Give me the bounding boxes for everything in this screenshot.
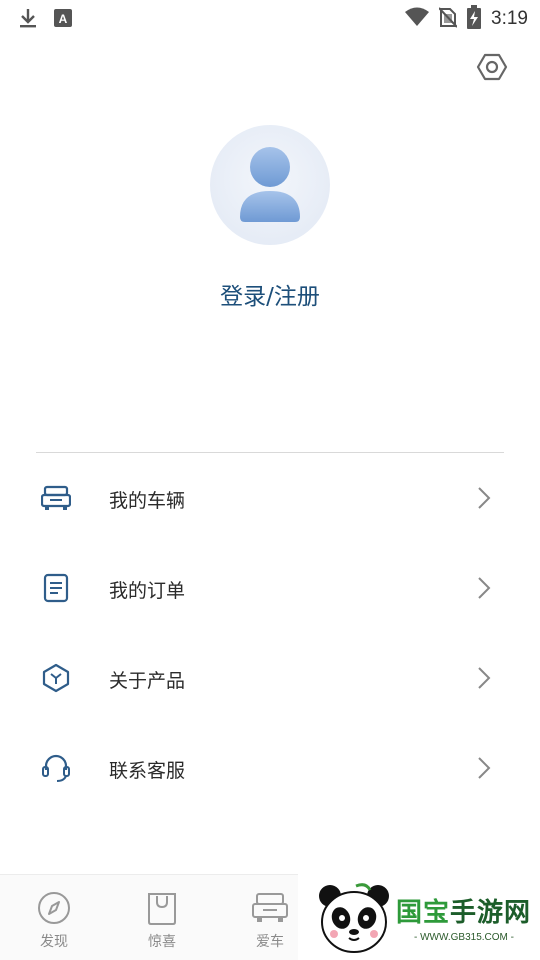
download-icon (18, 7, 38, 33)
gear-icon (476, 51, 508, 87)
watermark-brand: 国宝手游网 (396, 892, 531, 929)
chevron-right-icon (474, 754, 494, 782)
nav-label: 发现 (40, 934, 68, 950)
compass-icon (35, 889, 73, 927)
user-avatar-icon (210, 147, 330, 245)
menu-item-my-orders[interactable]: 我的订单 (0, 544, 540, 634)
nav-label: 惊喜 (148, 934, 176, 950)
menu-item-customer-service[interactable]: 联系客服 (0, 724, 540, 814)
menu-item-label: 关于产品 (109, 670, 186, 692)
car-icon (39, 481, 73, 515)
car-icon (251, 889, 289, 927)
watermark-brand-part1: 国宝 (396, 898, 451, 928)
login-register-link[interactable]: 登录/注册 (0, 277, 540, 311)
menu-item-about-product[interactable]: 关于产品 (0, 634, 540, 724)
status-bar: A 3:19 (0, 0, 540, 36)
status-time: 3:19 (491, 8, 528, 29)
chevron-right-icon (474, 664, 494, 692)
watermark: 国宝手游网 - WWW.GB315.COM - (298, 872, 540, 960)
order-icon (39, 571, 73, 605)
nav-tab-surprise[interactable]: 惊喜 (112, 875, 212, 960)
menu-item-label: 我的车辆 (109, 490, 186, 512)
watermark-url: - WWW.GB315.COM - (414, 932, 514, 943)
menu-item-label: 联系客服 (109, 760, 186, 782)
avatar[interactable] (210, 125, 330, 245)
settings-button[interactable] (474, 51, 510, 87)
no-sim-icon (438, 6, 458, 32)
headset-icon (39, 751, 73, 785)
nav-tab-discover[interactable]: 发现 (4, 875, 104, 960)
menu-item-my-vehicle[interactable]: 我的车辆 (0, 454, 540, 544)
panda-logo-icon (316, 882, 394, 960)
shopping-bag-icon (143, 889, 181, 927)
wifi-icon (405, 7, 430, 31)
profile-menu: 我的车辆 我的订单 关于产品 联系客服 (0, 454, 540, 814)
menu-item-label: 我的订单 (109, 580, 186, 602)
a-notification-icon: A (54, 9, 72, 31)
battery-charging-icon (467, 5, 482, 33)
product-icon (39, 661, 73, 695)
watermark-brand-part2: 手游网 (450, 898, 532, 928)
svg-text:A: A (59, 12, 68, 26)
divider (36, 452, 504, 453)
chevron-right-icon (474, 484, 494, 512)
chevron-right-icon (474, 574, 494, 602)
